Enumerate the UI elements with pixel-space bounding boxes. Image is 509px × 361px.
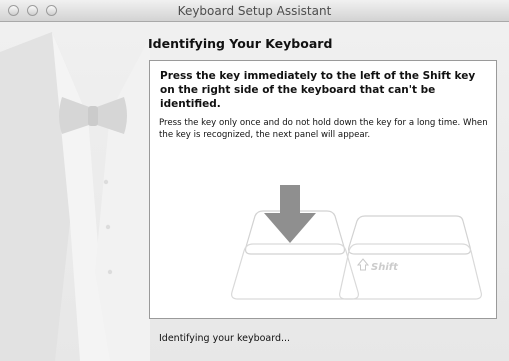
instruction-panel: Press the key immediately to the left of… — [149, 60, 497, 319]
title-bar[interactable]: Keyboard Setup Assistant — [0, 0, 509, 22]
window-title: Keyboard Setup Assistant — [177, 4, 332, 18]
shift-key-label: Shift — [371, 262, 399, 273]
key-illustration: Shift — [231, 185, 482, 300]
shift-key-icon: Shift — [339, 215, 482, 300]
down-arrow-icon — [264, 185, 316, 243]
keyboard-setup-window: Keyboard Setup Assistant Identifying You… — [0, 0, 509, 361]
page-heading: Identifying Your Keyboard — [148, 36, 333, 51]
status-text: Identifying your keyboard... — [159, 333, 291, 344]
shift-arrow-icon — [356, 258, 370, 271]
